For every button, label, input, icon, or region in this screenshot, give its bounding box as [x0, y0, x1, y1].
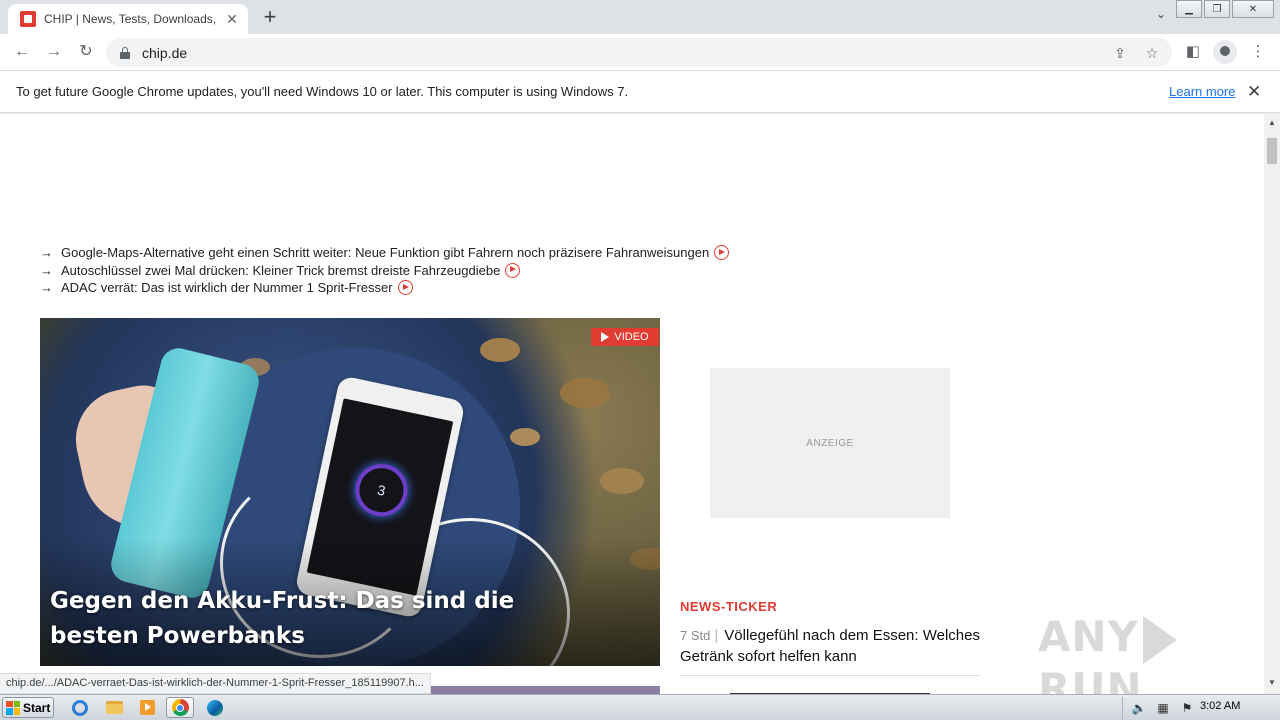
leaf-decoration	[560, 378, 610, 408]
headline-text[interactable]: ADAC verrät: Das ist wirklich der Nummer…	[61, 280, 393, 295]
arrow-right-icon: →	[40, 280, 53, 296]
bookmark-star-icon[interactable]: ☆	[1140, 41, 1164, 65]
browser-toolbar: ← → ↻ chip.de ⇪ ☆ ◧ ⋮	[0, 34, 1280, 71]
address-bar[interactable]: chip.de ⇪ ☆	[106, 38, 1172, 67]
back-arrow-icon[interactable]: ←	[10, 40, 34, 64]
headline-text[interactable]: Autoschlüssel zwei Mal drücken: Kleiner …	[61, 263, 500, 278]
play-video-icon[interactable]	[714, 245, 730, 261]
video-badge-label: VIDEO	[614, 331, 649, 343]
ticker-item-partial[interactable]	[680, 684, 980, 694]
ticker-time: 7 Std	[680, 628, 711, 643]
chrome-taskbar-icon[interactable]	[166, 697, 194, 718]
network-icon[interactable]: ▦	[1155, 700, 1171, 716]
close-window-button[interactable]: ✕	[1232, 0, 1274, 18]
url-text[interactable]: chip.de	[142, 45, 1108, 61]
headline-link[interactable]: → ADAC verrät: Das ist wirklich der Numm…	[40, 279, 729, 297]
media-player-icon[interactable]	[133, 697, 161, 718]
forward-arrow-icon[interactable]: →	[42, 40, 66, 64]
tab-title: CHIP | News, Tests, Downloads, Tech	[44, 12, 218, 26]
headline-link[interactable]: → Autoschlüssel zwei Mal drücken: Kleine…	[40, 262, 729, 280]
chip-favicon-icon	[20, 11, 36, 27]
start-label: Start	[23, 700, 51, 715]
windows-logo-icon	[6, 700, 20, 715]
hero-article[interactable]: 3 VIDEO Gegen den Akku-Frust: Das sind d…	[40, 318, 660, 666]
page-scrollbar[interactable]: ▲ ▼	[1264, 114, 1280, 694]
next-article-thumbnail[interactable]	[425, 686, 660, 694]
ad-placeholder[interactable]: ANZEIGE	[710, 368, 950, 518]
scroll-up-arrow-icon[interactable]: ▲	[1268, 118, 1276, 127]
charging-ring: 3	[350, 459, 413, 521]
video-badge: VIDEO	[591, 328, 659, 346]
file-explorer-icon[interactable]	[100, 697, 128, 718]
restore-button[interactable]: ❐	[1204, 0, 1230, 18]
action-center-flag-icon[interactable]: ⚑	[1179, 700, 1195, 716]
link-status-bar: chip.de/.../ADAC-verraet-Das-ist-wirklic…	[0, 673, 431, 694]
windows-taskbar: Start 🔈 ▦ ⚑ 3:02 AM	[0, 694, 1280, 720]
headline-text[interactable]: Google-Maps-Alternative geht einen Schri…	[61, 245, 709, 260]
browser-tab[interactable]: CHIP | News, Tests, Downloads, Tech ✕	[8, 4, 248, 34]
leaf-decoration	[600, 468, 644, 494]
play-logo-icon	[1143, 615, 1178, 664]
infobar-message: To get future Google Chrome updates, you…	[16, 84, 629, 99]
leaf-decoration	[480, 338, 520, 362]
scroll-thumb[interactable]	[1267, 138, 1277, 164]
minimize-button[interactable]: ▁	[1176, 0, 1202, 18]
share-icon[interactable]: ⇪	[1108, 41, 1132, 65]
infobar-close-icon[interactable]: ✕	[1247, 82, 1261, 102]
tab-strip: CHIP | News, Tests, Downloads, Tech ✕ + …	[0, 0, 1280, 34]
reload-icon[interactable]: ↻	[74, 40, 98, 64]
side-panel-icon[interactable]: ◧	[1181, 40, 1205, 64]
start-button[interactable]: Start	[2, 697, 54, 718]
update-infobar: To get future Google Chrome updates, you…	[0, 72, 1280, 113]
taskbar-clock[interactable]: 3:02 AM	[1200, 700, 1240, 712]
arrow-right-icon: →	[40, 245, 53, 261]
arrow-right-icon: →	[40, 262, 53, 278]
lock-icon[interactable]	[120, 46, 130, 59]
web-page: → Google-Maps-Alternative geht einen Sch…	[0, 114, 1264, 694]
window-controls: ▁ ❐ ✕	[1174, 0, 1274, 18]
ticker-divider	[680, 675, 980, 676]
ticker-separator: |	[714, 627, 719, 644]
learn-more-link[interactable]: Learn more	[1169, 84, 1235, 99]
speaker-icon[interactable]: 🔈	[1131, 700, 1147, 716]
menu-kebab-icon[interactable]: ⋮	[1246, 40, 1270, 64]
ticker-item[interactable]: 7 Std | Völlegefühl nach dem Essen: Welche…	[680, 625, 980, 667]
headline-list: → Google-Maps-Alternative geht einen Sch…	[40, 244, 730, 297]
system-tray: 🔈 ▦ ⚑	[1122, 697, 1203, 719]
scroll-down-arrow-icon[interactable]: ▼	[1268, 678, 1276, 687]
tab-close-icon[interactable]: ✕	[224, 11, 240, 27]
leaf-decoration	[510, 428, 540, 446]
headline-link[interactable]: → Google-Maps-Alternative geht einen Sch…	[40, 244, 730, 262]
tab-search-chevron-down-icon[interactable]: ⌄	[1150, 7, 1172, 27]
internet-explorer-icon[interactable]	[66, 697, 94, 718]
play-icon	[601, 332, 610, 342]
edge-icon[interactable]	[201, 697, 229, 718]
news-ticker-label: NEWS-TICKER	[680, 599, 778, 614]
anyrun-watermark: ANYRUN	[1038, 612, 1264, 694]
profile-avatar-icon[interactable]	[1213, 40, 1237, 64]
new-tab-button[interactable]: +	[258, 6, 282, 30]
hero-title[interactable]: Gegen den Akku-Frust: Das sind die beste…	[50, 584, 610, 654]
ticker-title[interactable]: Völlegefühl nach dem Essen: Welches Getr…	[680, 627, 980, 665]
play-video-icon[interactable]	[505, 262, 521, 278]
play-video-icon[interactable]	[397, 280, 413, 296]
